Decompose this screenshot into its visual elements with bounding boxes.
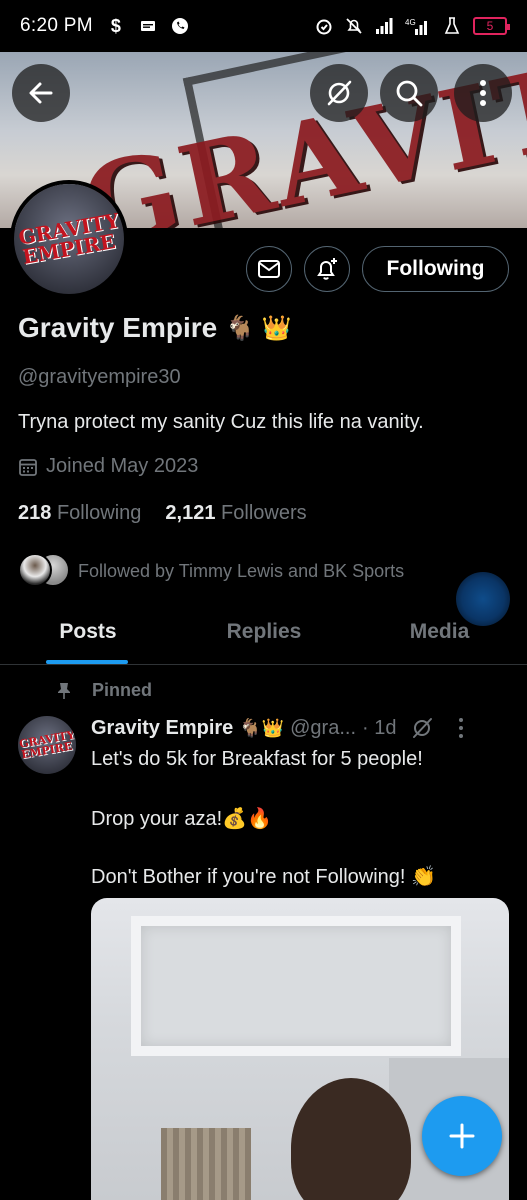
4g-signal-icon: 4G (405, 17, 431, 35)
mutual-avatar-1 (18, 553, 52, 587)
status-bar: 6:20 PM $ 4G 5 (0, 0, 527, 52)
whatsapp-icon (171, 17, 189, 35)
post-author-name[interactable]: Gravity Empire (91, 717, 233, 740)
signal-icon (375, 17, 393, 35)
post-text-line1: Let's do 5k for Breakfast for 5 people! (91, 748, 423, 770)
tab-posts[interactable]: Posts (0, 600, 176, 664)
envelope-icon (258, 260, 280, 278)
pinned-label-row: Pinned (56, 680, 152, 701)
followers-count: 2,121 (165, 502, 216, 524)
mute-icon (345, 17, 363, 35)
search-button[interactable] (380, 64, 438, 122)
following-button[interactable]: Following (362, 246, 509, 292)
dollar-icon: $ (110, 15, 121, 36)
joined-date: Joined May 2023 (18, 455, 198, 478)
lab-icon (443, 17, 461, 35)
more-vertical-icon (480, 80, 486, 106)
tab-replies[interactable]: Replies (176, 600, 352, 664)
post-text-line3: Don't Bother if you're not Following! 👏 (91, 866, 436, 888)
grok-icon (327, 80, 352, 106)
post-time[interactable]: · 1d (362, 717, 396, 740)
notification-button[interactable] (304, 246, 350, 292)
alarm-icon (315, 17, 333, 35)
grok-icon[interactable] (410, 716, 434, 740)
back-button[interactable] (12, 64, 70, 122)
profile-tabs: Posts Replies Media (0, 600, 527, 665)
media-ceiling (131, 916, 461, 1056)
post-header: Gravity Empire 🐐👑 @gra... · 1d (91, 716, 464, 740)
followers-count-label: Followers (221, 502, 307, 524)
tab-media[interactable]: Media (352, 600, 527, 664)
profile-bio: Tryna protect my sanity Cuz this life na… (18, 411, 424, 433)
joined-text: Joined May 2023 (46, 455, 199, 477)
calendar-icon (19, 458, 37, 476)
status-time: 6:20 PM (20, 15, 93, 36)
profile-handle: @gravityempire30 (18, 366, 181, 388)
more-button[interactable] (454, 64, 512, 122)
following-count-label: Following (56, 502, 142, 524)
profile-avatar[interactable]: GRAVITY EMPIRE (10, 180, 128, 298)
message-button[interactable] (246, 246, 292, 292)
arrow-left-icon (29, 82, 53, 104)
post-author-avatar[interactable]: GRAVITY EMPIRE (18, 716, 76, 774)
following-count: 218 (18, 502, 52, 524)
battery-indicator: 5 (473, 17, 510, 35)
following-count-link[interactable]: 218 Following (18, 502, 141, 525)
compose-button[interactable] (422, 1096, 502, 1176)
post-author-handle[interactable]: @gra... (290, 717, 356, 740)
media-curtain (161, 1128, 251, 1200)
search-icon (396, 80, 423, 107)
grok-button[interactable] (310, 64, 368, 122)
post-more-icon[interactable] (458, 717, 464, 739)
followed-by-row[interactable]: Followed by Timmy Lewis and BK Sports (18, 553, 404, 589)
profile-name-row: Gravity Empire 🐐 👑 (18, 312, 292, 344)
follow-counts: 218 Following 2,121 Followers (18, 502, 307, 525)
pinned-label: Pinned (92, 680, 153, 700)
mutual-avatars (18, 553, 70, 589)
pin-icon (58, 682, 70, 699)
message-icon (139, 17, 157, 35)
svg-text:4G: 4G (405, 18, 416, 27)
bell-plus-icon (317, 258, 337, 280)
post-author-emojis: 🐐👑 (239, 717, 285, 738)
post-text-line2: Drop your aza!💰🔥 (91, 808, 272, 830)
profile-name: Gravity Empire (18, 312, 218, 343)
plus-icon (449, 1123, 475, 1149)
followed-by-text: Followed by Timmy Lewis and BK Sports (78, 560, 405, 581)
followers-count-link[interactable]: 2,121 Followers (165, 502, 306, 525)
profile-name-emojis: 🐐 👑 (225, 314, 292, 342)
